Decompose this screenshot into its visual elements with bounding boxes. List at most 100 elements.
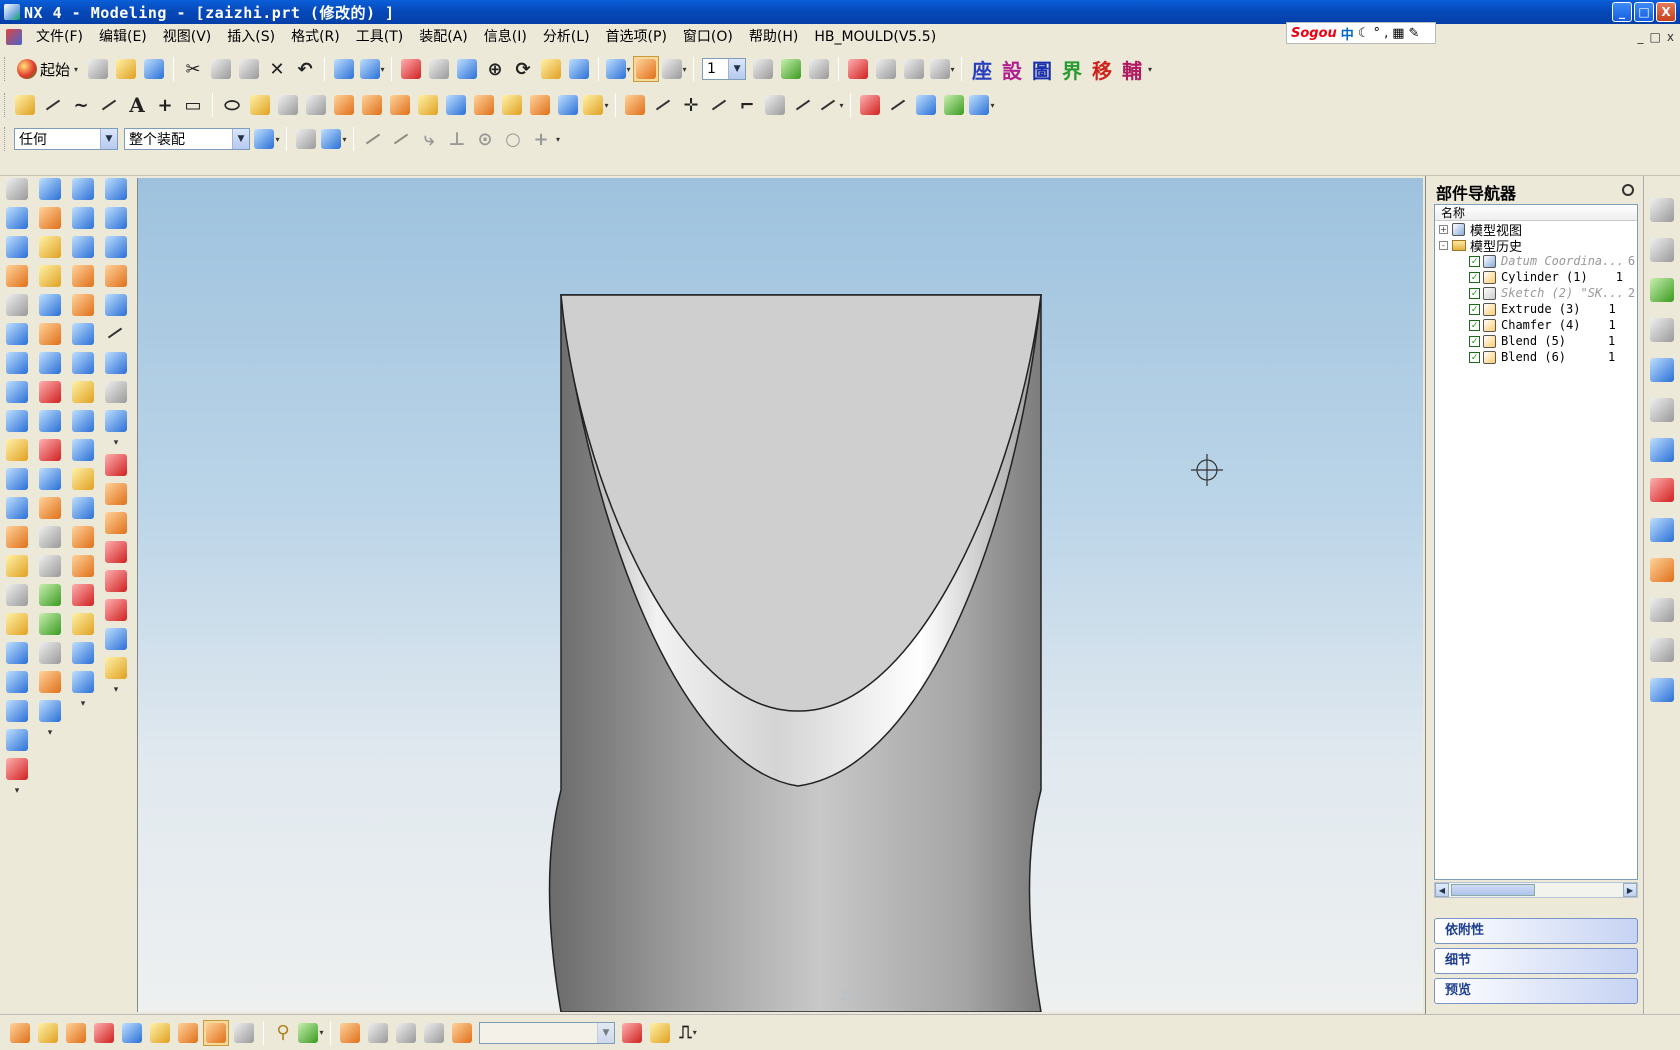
menu-information[interactable]: 信息(I) xyxy=(476,26,535,48)
repositioning-icon[interactable] xyxy=(105,236,127,258)
menu-window[interactable]: 窗口(O) xyxy=(675,26,741,48)
subtract-icon[interactable] xyxy=(39,584,61,606)
toolbar-grip[interactable] xyxy=(4,93,7,117)
n-sided-icon[interactable] xyxy=(72,352,94,374)
bridge-curve-button[interactable] xyxy=(359,92,385,118)
help-icon[interactable] xyxy=(1650,358,1674,382)
general-selection-button[interactable]: ▾ xyxy=(254,126,280,152)
ime-mode-toggle[interactable]: 中 xyxy=(1341,24,1354,43)
sogou-ime-bar[interactable]: Sogou 中 ☾ ° , ▦ ✎ xyxy=(1286,22,1436,44)
curve-analysis-button[interactable] xyxy=(857,92,883,118)
start-button[interactable]: 起始 ▾ xyxy=(11,56,84,82)
roles-icon[interactable] xyxy=(1650,558,1674,582)
checkbox-checked[interactable]: ✓ xyxy=(1469,287,1480,299)
doc-minimize-button[interactable]: _ xyxy=(1638,30,1644,44)
tree-feature-chamfer[interactable]: ✓ Chamfer (4) 1 xyxy=(1435,317,1637,333)
insert-icon[interactable] xyxy=(105,628,127,650)
hide-in-explosion-button[interactable] xyxy=(619,1020,645,1046)
history-clock-icon[interactable] xyxy=(1650,398,1674,422)
scale-body-icon[interactable] xyxy=(39,497,61,519)
mold-base-icon[interactable] xyxy=(105,454,127,476)
transition-icon[interactable] xyxy=(72,381,94,403)
datum-plane-icon[interactable] xyxy=(6,207,28,229)
pocket-icon[interactable] xyxy=(6,497,28,519)
shell-icon[interactable] xyxy=(39,294,61,316)
substitute-component-button[interactable] xyxy=(119,1020,145,1046)
checkbox-checked[interactable]: ✓ xyxy=(1469,335,1480,347)
smooth-spline-button[interactable]: ▾ xyxy=(818,92,844,118)
chevron-down-icon[interactable]: ▾ xyxy=(1148,65,1152,74)
tube-icon[interactable] xyxy=(6,294,28,316)
nx-app-icon[interactable] xyxy=(4,4,20,20)
repeat-command-button[interactable] xyxy=(331,56,357,82)
snap-midpoint-button[interactable] xyxy=(388,126,414,152)
doc-restore-button[interactable]: □ xyxy=(1650,30,1661,44)
scroll-left-icon[interactable]: ◀ xyxy=(1435,883,1449,897)
spline-button[interactable]: ∼ xyxy=(68,92,94,118)
more-tools-icon[interactable]: ▾ xyxy=(114,439,119,448)
custom-button-1[interactable]: 座 xyxy=(969,56,995,83)
move-to-layer-button[interactable] xyxy=(806,56,832,82)
user-feature-icon[interactable] xyxy=(6,613,28,635)
offset-surface-icon[interactable] xyxy=(72,439,94,461)
scroll-right-icon[interactable]: ▶ xyxy=(1623,883,1637,897)
reference-set-button[interactable] xyxy=(231,1020,257,1046)
chevron-down-icon[interactable]: ▼ xyxy=(597,1022,614,1043)
ellipse-button[interactable]: ⬭ xyxy=(219,92,245,118)
checkbox-checked[interactable]: ✓ xyxy=(1469,319,1480,331)
open-file-button[interactable] xyxy=(113,56,139,82)
custom-button-5[interactable]: 移 xyxy=(1089,56,1115,83)
curve-fit-button[interactable] xyxy=(96,92,122,118)
chevron-down-icon[interactable]: ▼ xyxy=(100,129,117,149)
details-panel[interactable]: 细节 xyxy=(1434,948,1638,974)
tree-feature-blend-6[interactable]: ✓ Blend (6) 1 xyxy=(1435,349,1637,365)
face-blend-icon[interactable] xyxy=(72,526,94,548)
sew-icon[interactable] xyxy=(6,700,28,722)
explosion-view-select[interactable]: ▼ xyxy=(479,1021,615,1044)
checkbox-checked[interactable]: ✓ xyxy=(1469,303,1480,315)
wcs-dynamics-button[interactable] xyxy=(845,56,871,82)
styled-blend-icon[interactable] xyxy=(72,584,94,606)
surface-analysis-button[interactable]: ▾ xyxy=(969,92,995,118)
styled-corner-icon[interactable] xyxy=(72,613,94,635)
arc-button[interactable] xyxy=(40,92,66,118)
isoparametric-button[interactable] xyxy=(527,92,553,118)
moon-icon[interactable]: ☾ xyxy=(1358,26,1370,41)
draft-icon[interactable] xyxy=(39,323,61,345)
emboss-icon[interactable] xyxy=(39,555,61,577)
delete-explosion-button[interactable] xyxy=(449,1020,475,1046)
chamfer-icon[interactable] xyxy=(39,265,61,287)
zoom-area-button[interactable] xyxy=(426,56,452,82)
global-shaping-icon[interactable] xyxy=(72,671,94,693)
selection-scope-select[interactable]: 整个装配 ▼ xyxy=(124,128,250,150)
cone-icon[interactable] xyxy=(6,381,28,403)
part-navigator-tree[interactable]: 名称 + 模型视图 - 模型历史 ✓ Datum Coordina... 6 ✓ xyxy=(1434,204,1638,880)
maximize-button[interactable]: □ xyxy=(1634,2,1654,22)
new-file-button[interactable] xyxy=(85,56,111,82)
menu-tools[interactable]: 工具(T) xyxy=(348,26,411,48)
trim-curve-button[interactable] xyxy=(650,92,676,118)
wcs-display-button[interactable]: ▾ xyxy=(929,56,955,82)
checkbox-checked[interactable]: ✓ xyxy=(1469,351,1480,363)
through-mesh-icon[interactable] xyxy=(72,236,94,258)
reposition-component-button[interactable] xyxy=(147,1020,173,1046)
text-button[interactable]: A xyxy=(124,92,150,118)
snap-control-point-button[interactable]: ⤷ xyxy=(416,126,442,152)
part-navigator-icon[interactable] xyxy=(1650,238,1674,262)
snap-center-button[interactable]: ⊙ xyxy=(472,126,498,152)
chevron-down-icon[interactable]: ▾ xyxy=(556,135,560,144)
render-style-button[interactable]: ▾ xyxy=(661,56,687,82)
tree-node-model-views[interactable]: + 模型视图 xyxy=(1435,221,1637,239)
unite-icon[interactable] xyxy=(39,439,61,461)
body-selection-button[interactable]: ▾ xyxy=(321,126,347,152)
reflection-button[interactable] xyxy=(941,92,967,118)
link-button[interactable]: ⚲ xyxy=(270,1020,296,1046)
groove-icon[interactable] xyxy=(6,584,28,606)
add-component-button[interactable] xyxy=(7,1020,33,1046)
document-menu-icon[interactable] xyxy=(6,29,22,45)
intersect-body-icon[interactable] xyxy=(39,613,61,635)
more-tools-icon[interactable]: ▾ xyxy=(81,700,86,709)
custom-button-2[interactable]: 設 xyxy=(999,56,1025,83)
undo-button[interactable]: ↶ xyxy=(292,56,318,82)
bounded-plane-icon[interactable] xyxy=(72,323,94,345)
